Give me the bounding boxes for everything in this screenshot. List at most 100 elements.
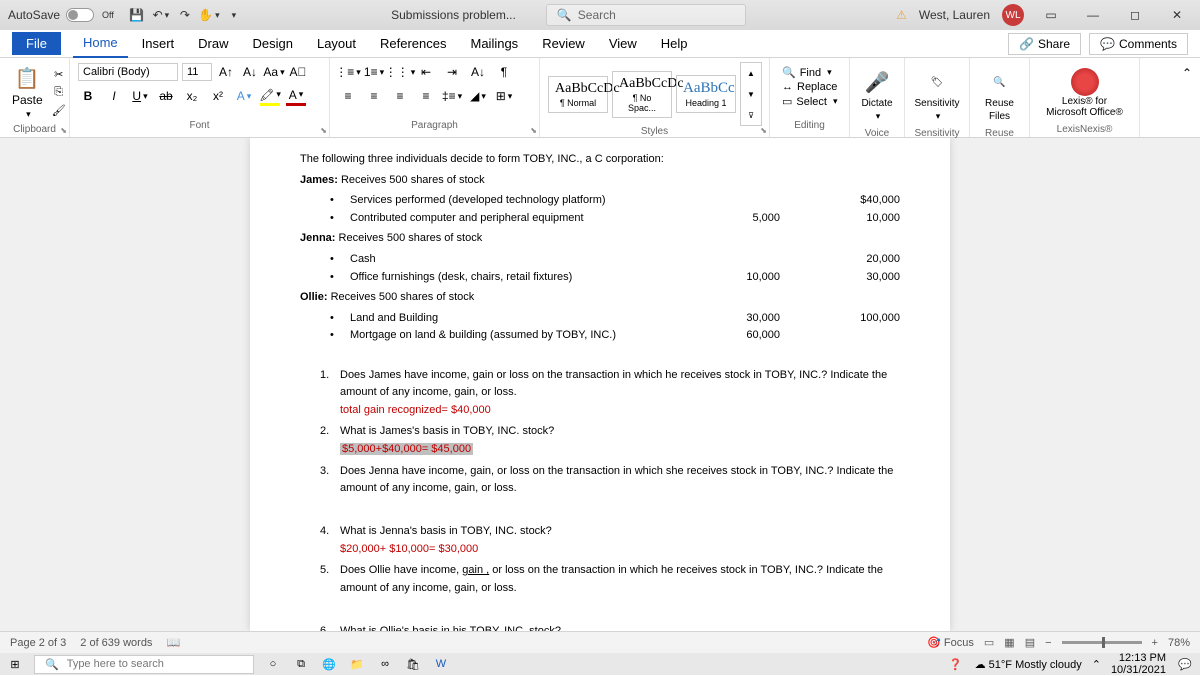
- minimize-icon[interactable]: —: [1078, 5, 1108, 25]
- zoom-in-icon[interactable]: +: [1152, 637, 1158, 649]
- font-color-icon[interactable]: A▾: [286, 86, 306, 106]
- explorer-icon[interactable]: 📁: [348, 655, 366, 673]
- shading-icon[interactable]: ◢▾: [468, 86, 488, 106]
- tray-chevron-icon[interactable]: ⌃: [1092, 658, 1101, 671]
- font-launcher[interactable]: ⬊: [320, 126, 327, 135]
- style-normal[interactable]: AaBbCcDc ¶ Normal: [548, 76, 608, 113]
- styles-down-icon[interactable]: ▼: [741, 84, 761, 104]
- sort-icon[interactable]: A↓: [468, 62, 488, 82]
- read-mode-icon[interactable]: ▭: [984, 636, 994, 649]
- styles-launcher[interactable]: ⬊: [760, 126, 767, 135]
- redo-icon[interactable]: ↷: [177, 7, 193, 23]
- reuse-files-button[interactable]: 🔍 Reuse Files: [978, 62, 1021, 128]
- zoom-slider[interactable]: [1062, 641, 1142, 644]
- tab-references[interactable]: References: [370, 30, 456, 57]
- italic-button[interactable]: I: [104, 86, 124, 106]
- clock-time[interactable]: 12:13 PM: [1111, 652, 1166, 664]
- print-layout-icon[interactable]: ▦: [1004, 636, 1014, 649]
- ribbon-options-icon[interactable]: ▭: [1036, 5, 1066, 25]
- replace-button[interactable]: ↔ Replace: [782, 81, 837, 93]
- task-view-icon[interactable]: ⧉: [292, 655, 310, 673]
- tab-home[interactable]: Home: [73, 29, 128, 58]
- user-avatar[interactable]: WL: [1002, 4, 1024, 26]
- spellcheck-icon[interactable]: 📖: [166, 636, 180, 649]
- tab-insert[interactable]: Insert: [132, 30, 185, 57]
- cut-icon[interactable]: ✂: [51, 66, 67, 82]
- clear-format-icon[interactable]: A⃠: [288, 62, 308, 82]
- tab-review[interactable]: Review: [532, 30, 595, 57]
- collapse-ribbon-icon[interactable]: ⌃: [1174, 58, 1200, 137]
- focus-button[interactable]: 🎯 Focus: [927, 636, 974, 649]
- tab-help[interactable]: Help: [651, 30, 698, 57]
- paragraph-launcher[interactable]: ⬊: [530, 126, 537, 135]
- weather-widget[interactable]: ☁ 51°F Mostly cloudy: [975, 658, 1082, 671]
- tab-view[interactable]: View: [599, 30, 647, 57]
- comments-button[interactable]: 💬 Comments: [1089, 33, 1188, 55]
- show-marks-icon[interactable]: ¶: [494, 62, 514, 82]
- subscript-button[interactable]: x₂: [182, 86, 202, 106]
- taskbar-search[interactable]: 🔍 Type here to search: [34, 655, 254, 674]
- clipboard-launcher[interactable]: ⬊: [60, 126, 67, 135]
- find-button[interactable]: 🔍 Find ▾: [782, 66, 837, 79]
- font-name-input[interactable]: [78, 63, 178, 81]
- save-icon[interactable]: 💾: [129, 7, 145, 23]
- style-heading1[interactable]: AaBbCc Heading 1: [676, 75, 736, 113]
- paste-button[interactable]: 📋 Paste ▾: [8, 62, 47, 124]
- document-area[interactable]: The following three individuals decide t…: [0, 138, 1200, 631]
- bullets-icon[interactable]: ⋮≡▾: [338, 62, 358, 82]
- align-left-icon[interactable]: ≡: [338, 86, 358, 106]
- dictate-button[interactable]: 🎤 Dictate▾: [858, 62, 896, 128]
- tab-draw[interactable]: Draw: [188, 30, 238, 57]
- shrink-font-icon[interactable]: A↓: [240, 62, 260, 82]
- format-painter-icon[interactable]: 🖌: [51, 102, 67, 118]
- word-icon[interactable]: W: [432, 655, 450, 673]
- align-right-icon[interactable]: ≡: [390, 86, 410, 106]
- store-icon[interactable]: 🛍: [404, 655, 422, 673]
- lexis-button[interactable]: Lexis® for Microsoft Office®: [1038, 62, 1131, 124]
- share-button[interactable]: 🔗 Share: [1008, 33, 1081, 55]
- touch-mode-icon[interactable]: ✋▾: [201, 7, 217, 23]
- document-title[interactable]: Submissions problem...: [391, 8, 516, 22]
- page-indicator[interactable]: Page 2 of 3: [10, 637, 66, 649]
- help-icon[interactable]: ❓: [947, 655, 965, 673]
- numbering-icon[interactable]: 1≡▾: [364, 62, 384, 82]
- document-page[interactable]: The following three individuals decide t…: [250, 138, 950, 631]
- multilevel-icon[interactable]: ⋮⋮▾: [390, 62, 410, 82]
- justify-icon[interactable]: ≡: [416, 86, 436, 106]
- start-button[interactable]: ⊞: [6, 655, 24, 673]
- toggle-switch[interactable]: [66, 8, 94, 22]
- align-center-icon[interactable]: ≡: [364, 86, 384, 106]
- tab-mailings[interactable]: Mailings: [461, 30, 529, 57]
- sensitivity-button[interactable]: 🏷 Sensitivity▾: [913, 62, 961, 128]
- superscript-button[interactable]: x²: [208, 86, 228, 106]
- grow-font-icon[interactable]: A↑: [216, 62, 236, 82]
- increase-indent-icon[interactable]: ⇥: [442, 62, 462, 82]
- text-effects-icon[interactable]: A▾: [234, 86, 254, 106]
- borders-icon[interactable]: ⊞▾: [494, 86, 514, 106]
- close-icon[interactable]: ✕: [1162, 5, 1192, 25]
- tab-layout[interactable]: Layout: [307, 30, 366, 57]
- qat-customize-icon[interactable]: ▾: [225, 7, 241, 23]
- autosave-toggle[interactable]: AutoSave Off: [8, 8, 114, 22]
- select-button[interactable]: ▭ Select ▾: [782, 95, 837, 108]
- app-icon[interactable]: ∞: [376, 655, 394, 673]
- web-layout-icon[interactable]: ▤: [1025, 636, 1035, 649]
- alert-icon[interactable]: ⚠: [896, 8, 907, 22]
- user-name[interactable]: West, Lauren: [919, 8, 990, 22]
- maximize-icon[interactable]: ◻: [1120, 5, 1150, 25]
- undo-icon[interactable]: ↶▾: [153, 7, 169, 23]
- change-case-icon[interactable]: Aa▾: [264, 62, 284, 82]
- word-count[interactable]: 2 of 639 words: [80, 637, 152, 649]
- styles-up-icon[interactable]: ▲: [741, 63, 761, 83]
- line-spacing-icon[interactable]: ‡≡▾: [442, 86, 462, 106]
- zoom-out-icon[interactable]: −: [1045, 637, 1051, 649]
- bold-button[interactable]: B: [78, 86, 98, 106]
- search-input[interactable]: 🔍 Search: [546, 4, 746, 26]
- style-nospace[interactable]: AaBbCcDc ¶ No Spac...: [612, 71, 672, 118]
- edge-icon[interactable]: 🌐: [320, 655, 338, 673]
- zoom-level[interactable]: 78%: [1168, 637, 1190, 649]
- strikethrough-button[interactable]: ab: [156, 86, 176, 106]
- cortana-icon[interactable]: ○: [264, 655, 282, 673]
- underline-button[interactable]: U▾: [130, 86, 150, 106]
- decrease-indent-icon[interactable]: ⇤: [416, 62, 436, 82]
